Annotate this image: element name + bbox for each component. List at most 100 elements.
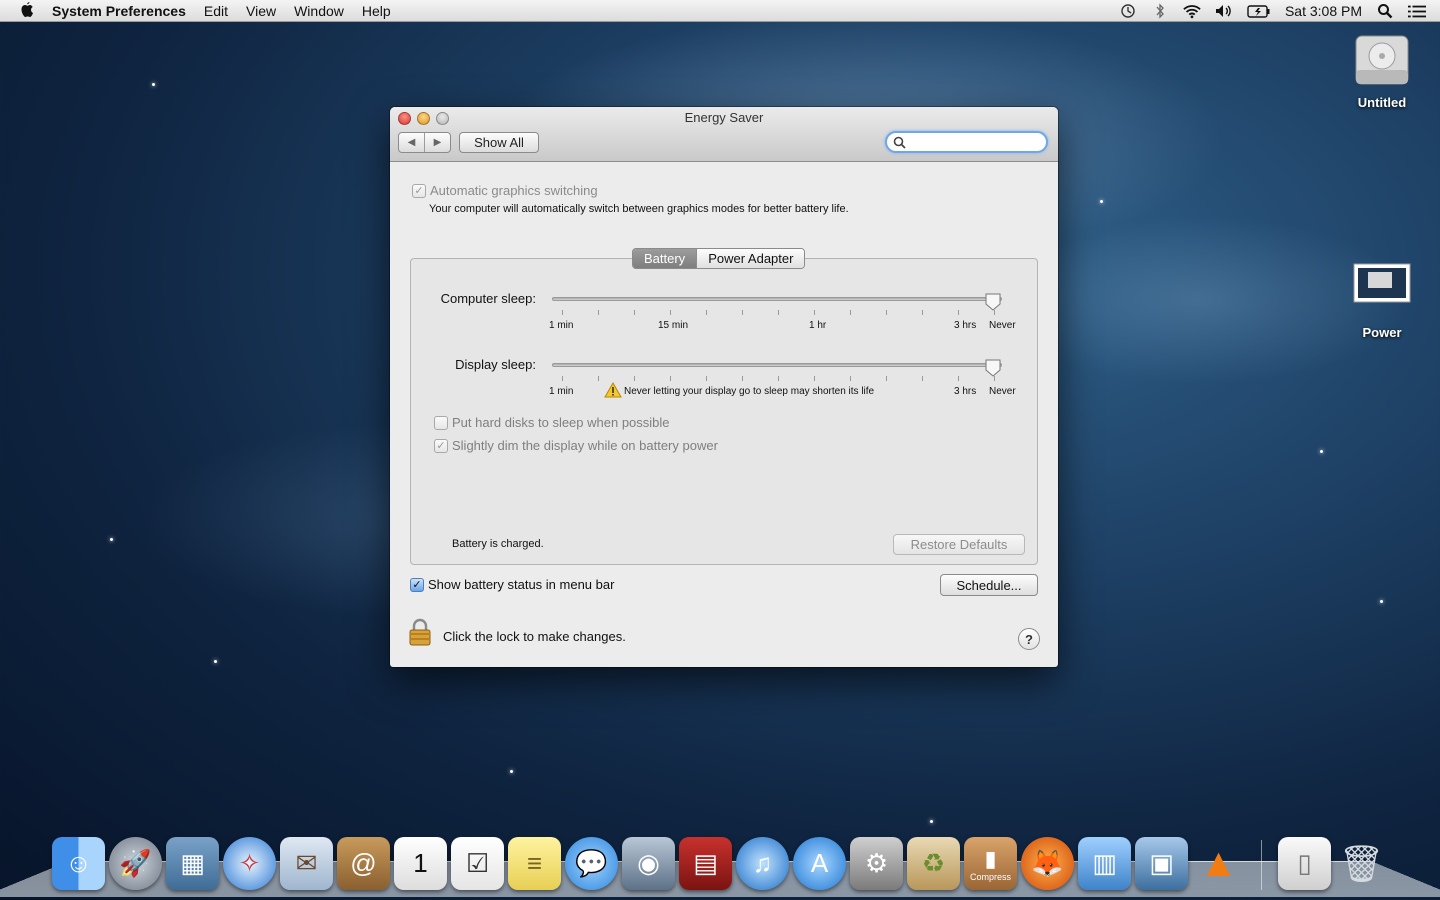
safari-icon[interactable]: ✧ xyxy=(223,837,276,890)
firefox-icon[interactable]: 🦊 xyxy=(1021,837,1074,890)
power-source-tabs: Battery Power Adapter xyxy=(632,248,806,269)
slider-tick-mark xyxy=(922,310,923,315)
remote-desktop-icon[interactable]: ▥ xyxy=(1078,837,1131,890)
menu-window[interactable]: Window xyxy=(294,3,344,19)
launchpad-icon[interactable]: 🚀 xyxy=(109,837,162,890)
slider-tick-mark xyxy=(706,310,707,315)
desktop-icon-label: Power xyxy=(1362,325,1402,340)
back-forward-control: ◀ ▶ xyxy=(398,132,451,153)
search-icon xyxy=(893,136,906,149)
app-store-icon[interactable]: A xyxy=(793,837,846,890)
menu-app-name[interactable]: System Preferences xyxy=(52,3,186,19)
volume-icon[interactable] xyxy=(1215,3,1233,19)
slider-tick-mark xyxy=(742,310,743,315)
slider-tick-mark xyxy=(994,376,995,381)
slider-tick-mark xyxy=(670,376,671,381)
menu-clock[interactable]: Sat 3:08 PM xyxy=(1285,3,1362,19)
slider-tick-mark xyxy=(562,310,563,315)
menu-edit[interactable]: Edit xyxy=(204,3,228,19)
show-battery-status-checkbox[interactable]: ✓ Show battery status in menu bar xyxy=(410,577,614,592)
computer-sleep-label: Computer sleep: xyxy=(440,291,536,306)
finder-icon[interactable]: ☺ xyxy=(52,837,105,890)
slider-tick-mark xyxy=(958,310,959,315)
display-sleep-warning: Never letting your display go to sleep m… xyxy=(624,386,875,397)
schedule-button[interactable]: Schedule... xyxy=(940,574,1038,596)
slider-tick-mark xyxy=(778,310,779,315)
computer-sleep-tick-3hrs: 3 hrs xyxy=(954,320,977,331)
computer-sleep-slider-track[interactable] xyxy=(552,297,1002,301)
desktop-icon-untitled-drive[interactable]: Untitled xyxy=(1337,30,1427,110)
automatic-graphics-switching-checkbox[interactable]: ✓ Automatic graphics switching xyxy=(412,183,598,198)
help-button[interactable]: ? xyxy=(1018,628,1040,650)
checkbox-icon: ✓ xyxy=(412,183,426,198)
itunes-icon[interactable]: ♫ xyxy=(736,837,789,890)
lock-icon[interactable] xyxy=(409,618,431,646)
desktop-icon-power-screenshot[interactable]: Power xyxy=(1337,262,1427,340)
preview-utility-icon[interactable]: ▣ xyxy=(1135,837,1188,890)
display-sleep-tick-1min: 1 min xyxy=(549,386,574,397)
window-toolbar: Energy Saver ◀ ▶ Show All xyxy=(390,107,1058,162)
messages-icon[interactable]: 💬 xyxy=(565,837,618,890)
compress-label: Compress xyxy=(969,871,1011,882)
photo-browser-icon[interactable]: ▦ xyxy=(166,837,219,890)
calendar-icon[interactable]: 1 xyxy=(394,837,447,890)
slider-tick-mark xyxy=(922,376,923,381)
search-field[interactable] xyxy=(885,131,1048,153)
time-machine-icon[interactable] xyxy=(1119,3,1137,19)
menu-help[interactable]: Help xyxy=(362,3,391,19)
hard-drive-icon xyxy=(1355,35,1409,85)
display-sleep-slider-track[interactable] xyxy=(552,363,1002,367)
bluetooth-icon[interactable] xyxy=(1151,3,1169,19)
hard-disk-sleep-label: Put hard disks to sleep when possible xyxy=(452,415,670,430)
photo-booth-icon[interactable]: ▤ xyxy=(679,837,732,890)
display-sleep-slider-thumb[interactable] xyxy=(985,359,1001,377)
notification-center-icon[interactable] xyxy=(1408,3,1426,19)
hard-disk-sleep-checkbox[interactable]: Put hard disks to sleep when possible xyxy=(434,415,670,430)
dim-display-checkbox[interactable]: ✓ Slightly dim the display while on batt… xyxy=(434,438,718,453)
notes-icon[interactable]: ≡ xyxy=(508,837,561,890)
slider-tick-mark xyxy=(634,376,635,381)
zip-icon: ▮ xyxy=(984,845,997,871)
battery-status-text: Battery is charged. xyxy=(452,538,544,550)
battery-icon[interactable] xyxy=(1247,3,1271,19)
slider-tick-mark xyxy=(742,376,743,381)
show-all-button[interactable]: Show All xyxy=(459,132,539,153)
graphics-switching-description: Your computer will automatically switch … xyxy=(429,203,849,215)
reminders-icon[interactable]: ☑ xyxy=(451,837,504,890)
window-title: Energy Saver xyxy=(684,110,764,125)
spotlight-icon[interactable] xyxy=(1376,3,1394,19)
automatic-graphics-switching-label: Automatic graphics switching xyxy=(430,183,598,198)
menu-view[interactable]: View xyxy=(246,3,276,19)
system-preferences-icon[interactable]: ⚙ xyxy=(850,837,903,890)
recycle-app-icon[interactable]: ♻ xyxy=(907,837,960,890)
trash-icon[interactable]: 🗑 xyxy=(1335,837,1388,890)
facetime-icon[interactable]: ◉ xyxy=(622,837,675,890)
mail-icon[interactable]: ✉ xyxy=(280,837,333,890)
desktop-icon-label: Untitled xyxy=(1357,95,1407,110)
display-sleep-tick-3hrs: 3 hrs xyxy=(954,386,977,397)
slider-tick-mark xyxy=(778,376,779,381)
slider-tick-mark xyxy=(958,376,959,381)
dim-display-label: Slightly dim the display while on batter… xyxy=(452,438,718,453)
apple-menu-icon[interactable] xyxy=(18,1,36,20)
screenshot-file-icon xyxy=(1353,263,1411,303)
energy-saver-window: Energy Saver ◀ ▶ Show All ✓ Automatic gr… xyxy=(390,107,1058,667)
back-arrow-icon[interactable]: ◀ xyxy=(399,133,424,152)
display-sleep-tick-never: Never xyxy=(989,386,1016,397)
slider-tick-mark xyxy=(850,376,851,381)
slider-tick-mark xyxy=(634,310,635,315)
slider-tick-mark xyxy=(598,310,599,315)
documents-stack-icon[interactable]: ▯ xyxy=(1278,837,1331,890)
slider-tick-mark xyxy=(886,376,887,381)
restore-defaults-button[interactable]: Restore Defaults xyxy=(893,534,1025,555)
wifi-icon[interactable] xyxy=(1183,3,1201,19)
computer-sleep-tick-1hr: 1 hr xyxy=(809,320,827,331)
computer-sleep-slider-thumb[interactable] xyxy=(985,293,1001,311)
tab-power-adapter[interactable]: Power Adapter xyxy=(696,249,805,268)
tab-battery[interactable]: Battery xyxy=(633,249,697,268)
slider-tick-mark xyxy=(814,310,815,315)
compress-icon[interactable]: ▮ Compress xyxy=(964,837,1017,890)
vlc-icon[interactable]: ▲ xyxy=(1192,837,1245,890)
forward-arrow-icon[interactable]: ▶ xyxy=(424,133,450,152)
contacts-icon[interactable]: @ xyxy=(337,837,390,890)
